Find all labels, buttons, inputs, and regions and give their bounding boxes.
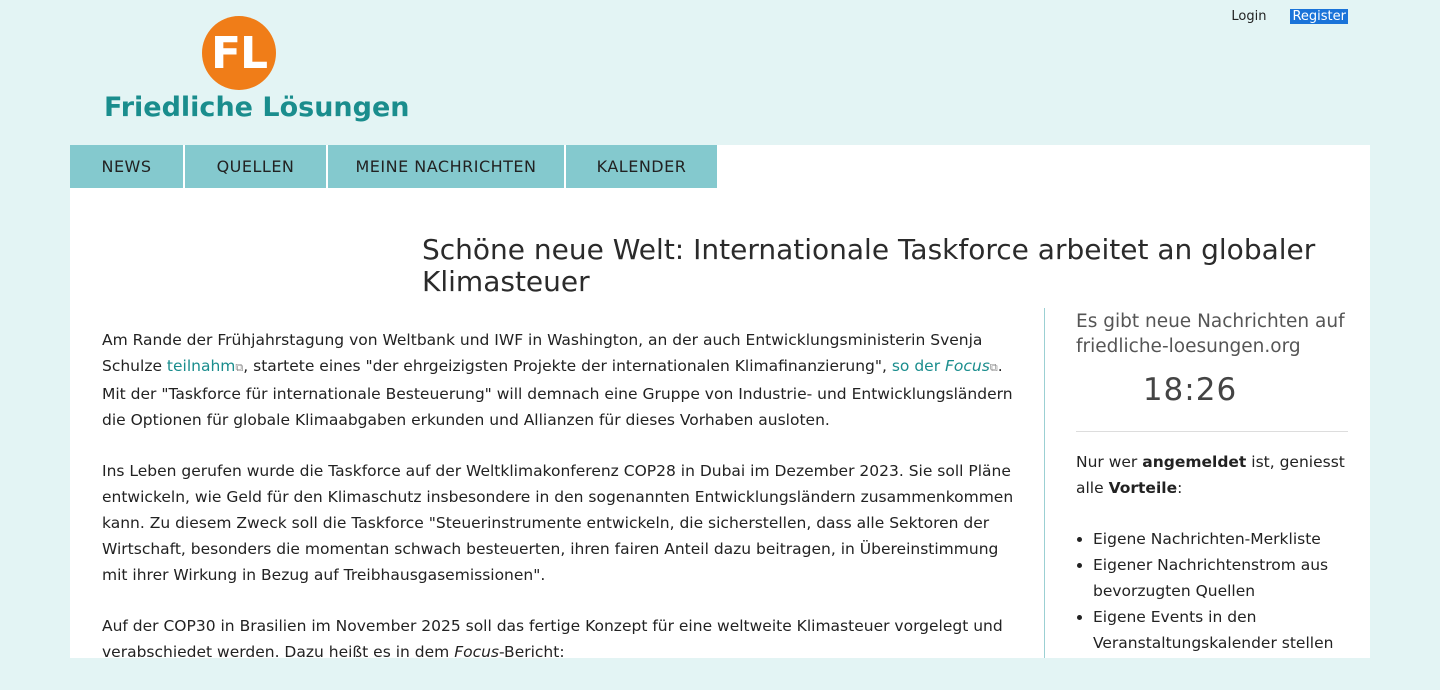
nav-news[interactable]: NEWS <box>70 145 183 188</box>
register-link[interactable]: Register <box>1290 9 1348 24</box>
nav-kalender[interactable]: KALENDER <box>566 145 717 188</box>
new-messages-notice: Es gibt neue Nachrichten auf friedliche-… <box>1076 311 1345 357</box>
auth-links: Login Register <box>1231 9 1348 24</box>
external-link-icon: ⧉ <box>989 361 998 374</box>
nav-quellen[interactable]: QUELLEN <box>185 145 326 188</box>
login-link[interactable]: Login <box>1231 9 1266 24</box>
benefit-item: Eigene Events in den Veranstaltungskalen… <box>1093 604 1348 656</box>
logo-mark: FL <box>202 16 276 90</box>
sidebar: Es gibt neue Nachrichten auf friedliche-… <box>1076 309 1348 656</box>
main-nav: NEWS QUELLEN MEINE NACHRICHTEN KALENDER <box>70 145 717 188</box>
article-paragraph-3: Auf der COP30 in Brasilien im November 2… <box>102 617 1003 661</box>
benefits-list: Eigene Nachrichten-Merkliste Eigener Nac… <box>1076 526 1348 656</box>
sidebar-separator <box>1076 431 1348 432</box>
focus-link[interactable]: so der Focus⧉ <box>892 357 998 375</box>
benefit-item: Eigener Nachrichtenstrom aus bevorzugten… <box>1093 552 1348 604</box>
login-benefits-text: Nur wer angemeldet ist, geniesst alle Vo… <box>1076 453 1345 497</box>
sidebar-divider <box>1044 308 1045 658</box>
benefit-item: Eigene Nachrichten-Merkliste <box>1093 526 1348 552</box>
article-title: Schöne neue Welt: Internationale Taskfor… <box>422 233 1316 298</box>
teilnahm-link[interactable]: teilnahm⧉ <box>167 357 243 375</box>
article-paragraph-2: Ins Leben gerufen wurde die Taskforce au… <box>102 462 1014 584</box>
logo-text: Friedliche Lösungen <box>104 92 410 123</box>
article-body: Am Rande der Frühjahrstagung von Weltban… <box>102 327 1022 690</box>
site-logo[interactable]: FL Friedliche Lösungen <box>104 14 410 134</box>
article-paragraph-1: Am Rande der Frühjahrstagung von Weltban… <box>102 331 1013 429</box>
nav-meine-nachrichten[interactable]: MEINE NACHRICHTEN <box>328 145 564 188</box>
clock-time: 18:26 <box>1142 372 1238 408</box>
